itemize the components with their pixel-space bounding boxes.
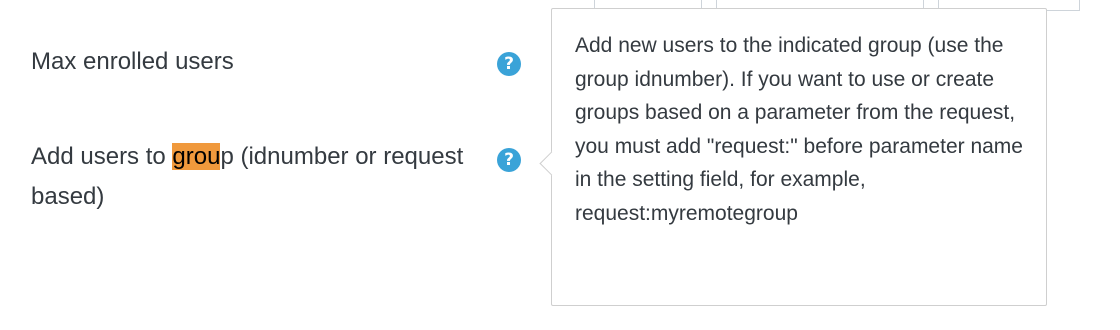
add-users-to-group-help-icon[interactable]: ? (497, 148, 521, 172)
max-enrolled-users-label: Max enrolled users (31, 42, 234, 82)
popover-arrow (539, 151, 564, 176)
settings-page: Max enrolled users ? Add users to group … (0, 0, 1120, 330)
add-users-to-group-label: Add users to group (idnumber or request … (31, 137, 471, 217)
search-highlight: grou (172, 143, 221, 170)
label-text-before: Add users to (31, 143, 173, 170)
max-enrolled-users-label-text: Max enrolled users (31, 48, 234, 75)
question-circle-icon: ? (504, 54, 514, 74)
max-enrolled-users-help-icon[interactable]: ? (497, 52, 521, 76)
question-circle-icon: ? (504, 150, 514, 170)
help-popover-text: Add new users to the indicated group (us… (575, 34, 1023, 225)
help-popover: Add new users to the indicated group (us… (539, 8, 1047, 306)
